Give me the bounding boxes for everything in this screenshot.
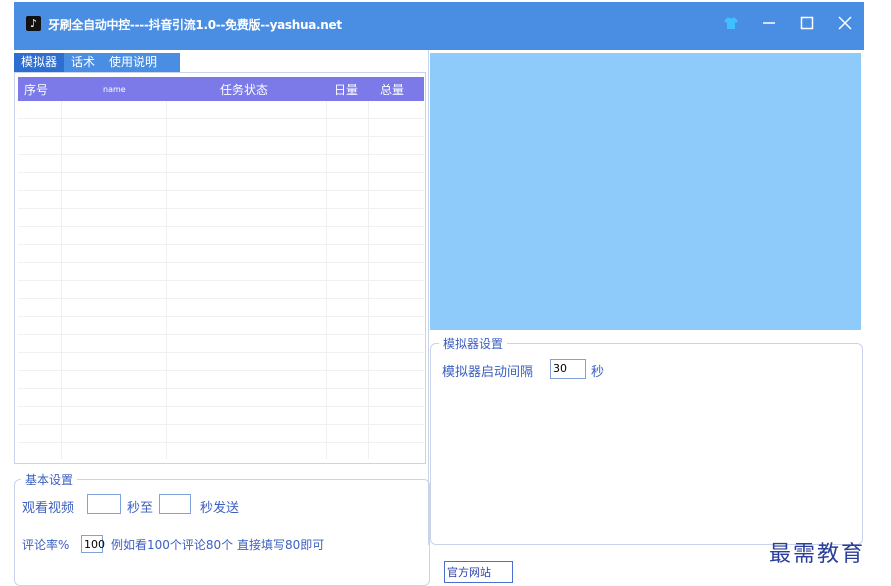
watch-video-label: 观看视频 bbox=[22, 501, 75, 516]
official-site-button[interactable]: 官方网站 bbox=[444, 561, 513, 583]
task-table-panel: 序号 name 任务状态 日量 总量 bbox=[14, 72, 426, 464]
basic-settings-legend: 基本设置 bbox=[21, 471, 78, 488]
column-header-name[interactable]: name bbox=[103, 85, 126, 94]
column-header-daily[interactable]: 日量 bbox=[334, 81, 358, 98]
tiktok-icon: ♪ bbox=[26, 16, 41, 31]
panel-divider bbox=[428, 50, 429, 545]
window-title: 牙刷全自动中控----抖音引流1.0--免费版--yashua.net bbox=[48, 18, 342, 32]
table-body[interactable] bbox=[18, 101, 424, 459]
watch-to-input[interactable] bbox=[159, 494, 191, 514]
column-header-total[interactable]: 总量 bbox=[380, 81, 404, 98]
tab-scripts[interactable]: 话术 bbox=[64, 53, 102, 72]
tab-bar: 模拟器 话术 使用说明 bbox=[14, 53, 180, 72]
column-header-index[interactable]: 序号 bbox=[24, 81, 48, 98]
watermark-text: 最需教育 bbox=[769, 542, 866, 567]
interval-input[interactable]: 30 bbox=[550, 359, 586, 379]
interval-label: 模拟器启动间隔 bbox=[442, 365, 534, 380]
basic-settings-group: 基本设置 观看视频 秒至 秒发送 评论率% 100 例如看100个评论80个 直… bbox=[14, 471, 430, 586]
minimize-icon[interactable] bbox=[760, 14, 778, 32]
comment-rate-label: 评论率% bbox=[22, 538, 70, 552]
skin-icon[interactable] bbox=[722, 14, 740, 32]
title-bar: ♪ 牙刷全自动中控----抖音引流1.0--免费版--yashua.net bbox=[14, 2, 864, 50]
emulator-settings-legend: 模拟器设置 bbox=[439, 335, 508, 352]
tab-instructions[interactable]: 使用说明 bbox=[102, 53, 164, 72]
window-controls bbox=[722, 14, 854, 32]
table-header: 序号 name 任务状态 日量 总量 bbox=[18, 77, 424, 101]
comment-hint-text: 例如看100个评论80个 直接填写80即可 bbox=[111, 538, 325, 552]
maximize-icon[interactable] bbox=[798, 14, 816, 32]
tab-emulator[interactable]: 模拟器 bbox=[14, 53, 65, 72]
comment-rate-input[interactable]: 100 bbox=[81, 535, 105, 553]
close-icon[interactable] bbox=[836, 14, 854, 32]
sec-to-label: 秒至 bbox=[127, 501, 154, 516]
emulator-preview[interactable] bbox=[430, 53, 861, 330]
emulator-settings-group: 模拟器设置 模拟器启动间隔 30 秒 bbox=[430, 335, 863, 545]
watch-from-input[interactable] bbox=[87, 494, 121, 514]
column-header-status[interactable]: 任务状态 bbox=[220, 81, 268, 98]
interval-unit: 秒 bbox=[591, 365, 605, 380]
sec-send-label: 秒发送 bbox=[200, 501, 240, 516]
